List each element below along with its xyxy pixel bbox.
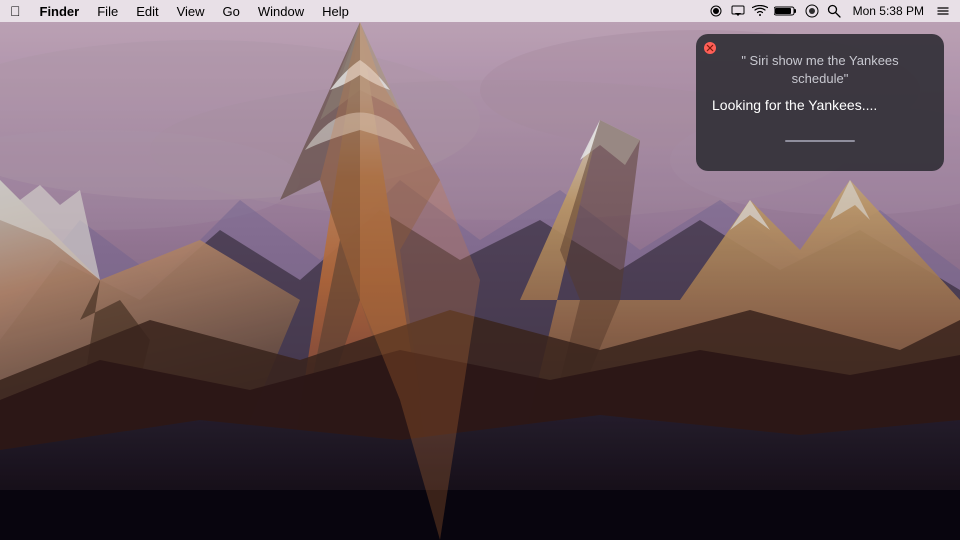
siri-waveform-line [785,140,855,142]
apple-menu[interactable]:  [0,0,31,22]
menubar-right: Mon 5:38 PM [707,0,960,22]
siri-waveform [712,131,928,151]
search-icon[interactable] [825,0,843,22]
siri-query: " Siri show me the Yankees schedule" [712,52,928,88]
battery-icon[interactable] [773,0,799,22]
menubar-left:  Finder File Edit View Go Window Help [0,0,707,22]
time-display: Mon 5:38 PM [847,4,930,18]
menu-help[interactable]: Help [313,0,358,22]
desktop:  Finder File Edit View Go Window Help [0,0,960,540]
notification-center-icon[interactable] [934,0,952,22]
siri-status: Looking for the Yankees.... [712,96,928,114]
siri-close-button[interactable] [704,42,716,54]
menu-finder[interactable]: Finder [31,0,89,22]
siri-icon[interactable] [803,0,821,22]
menu-edit[interactable]: Edit [127,0,167,22]
siri-dialog: " Siri show me the Yankees schedule" Loo… [696,34,944,171]
record-icon[interactable] [707,0,725,22]
airplay-icon[interactable] [729,0,747,22]
menubar:  Finder File Edit View Go Window Help [0,0,960,22]
menu-view[interactable]: View [168,0,214,22]
menu-go[interactable]: Go [214,0,249,22]
menu-window[interactable]: Window [249,0,313,22]
wifi-icon[interactable] [751,0,769,22]
menu-file[interactable]: File [88,0,127,22]
